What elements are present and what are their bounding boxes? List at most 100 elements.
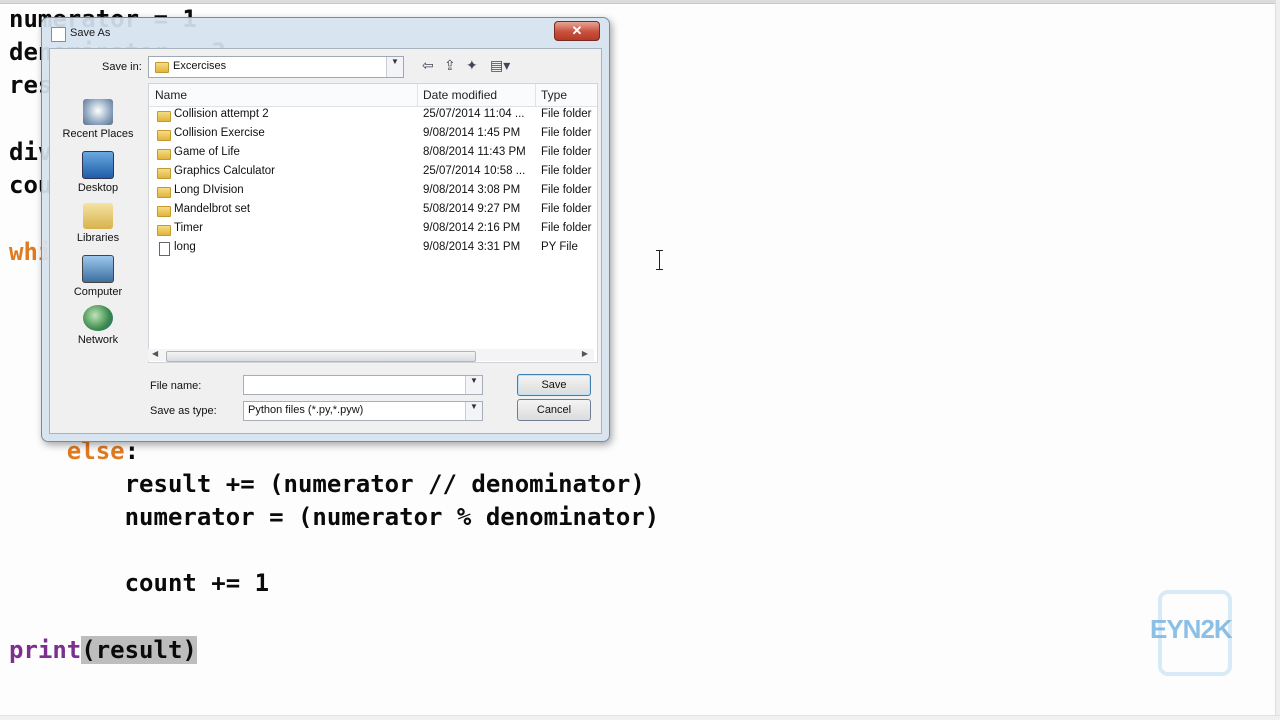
folder-icon bbox=[157, 168, 171, 179]
file-date-modified: 9/08/2014 1:45 PM bbox=[423, 127, 521, 139]
code-text: numerator = (numerator % denominator) bbox=[9, 503, 660, 531]
code-line[interactable]: count += 1 bbox=[9, 568, 270, 598]
place-computer[interactable]: Computer bbox=[50, 255, 146, 298]
watermark-logo: EYN2K bbox=[1150, 590, 1240, 676]
file-date-modified: 25/07/2014 10:58 ... bbox=[423, 165, 526, 177]
file-list-row[interactable]: Timer 9/08/2014 2:16 PM File folder bbox=[149, 220, 597, 239]
folder-icon bbox=[157, 225, 171, 236]
file-date-modified: 8/08/2014 11:43 PM bbox=[423, 146, 526, 158]
dialog-title: Save As bbox=[70, 27, 111, 39]
file-date-modified: 5/08/2014 9:27 PM bbox=[423, 203, 521, 215]
scroll-right-icon[interactable]: ▶ bbox=[582, 349, 588, 358]
cancel-button[interactable]: Cancel bbox=[517, 399, 591, 421]
file-list-row[interactable]: Game of Life 8/08/2014 11:43 PM File folde… bbox=[149, 144, 597, 163]
code-text: result += (numerator // denominator) bbox=[9, 470, 645, 498]
file-name-input[interactable]: ▼ bbox=[243, 375, 483, 395]
code-keyword: print bbox=[9, 636, 82, 664]
save-as-type-select[interactable]: Python files (*.py,*.pyw) ▼ bbox=[243, 401, 483, 421]
folder-icon bbox=[157, 206, 171, 217]
folder-icon bbox=[157, 187, 171, 198]
file-list-row[interactable]: long 9/08/2014 3:31 PM PY File bbox=[149, 239, 597, 258]
python-file-icon bbox=[159, 242, 170, 256]
place-network[interactable]: Network bbox=[50, 305, 146, 346]
code-line[interactable]: numerator = (numerator % denominator) bbox=[9, 502, 660, 532]
code-line[interactable]: print(result) bbox=[9, 635, 197, 665]
chevron-down-icon[interactable]: ▼ bbox=[386, 57, 403, 77]
new-folder-icon[interactable]: ✦ bbox=[466, 57, 478, 73]
place-label: Network bbox=[77, 334, 119, 346]
place-recent-places[interactable]: Recent Places bbox=[50, 99, 146, 140]
scroll-left-icon[interactable]: ◀ bbox=[152, 349, 158, 358]
file-type: File folder bbox=[541, 184, 592, 196]
file-type: File folder bbox=[541, 203, 592, 215]
text-cursor-icon bbox=[655, 250, 664, 270]
file-name: Mandelbrot set bbox=[174, 203, 251, 215]
file-type: File folder bbox=[541, 127, 592, 139]
file-name-label: File name: bbox=[150, 380, 202, 392]
file-name: Graphics Calculator bbox=[174, 165, 275, 177]
close-button[interactable]: ✕ bbox=[554, 21, 600, 41]
place-label: Computer bbox=[73, 286, 123, 298]
folder-icon bbox=[157, 149, 171, 160]
file-list-row[interactable]: Graphics Calculator 25/07/2014 10:58 ... F… bbox=[149, 163, 597, 182]
computer-icon bbox=[82, 255, 114, 283]
column-header-type[interactable]: Type bbox=[541, 88, 567, 102]
file-name: Long DIvision bbox=[174, 184, 244, 196]
window-bottom-border bbox=[0, 715, 1280, 720]
file-list-row[interactable]: Long DIvision 9/08/2014 3:08 PM File folde… bbox=[149, 182, 597, 201]
file-date-modified: 9/08/2014 3:08 PM bbox=[423, 184, 521, 196]
place-label: Libraries bbox=[76, 232, 120, 244]
code-text: (result) bbox=[81, 636, 197, 664]
scroll-thumb[interactable] bbox=[166, 351, 476, 362]
file-list[interactable]: Name Date modified Type Collision attemp… bbox=[148, 83, 598, 363]
save-in-combo[interactable]: Excercises ▼ bbox=[148, 56, 404, 78]
back-arrow-icon[interactable]: ⇦ bbox=[422, 57, 434, 73]
file-name: Game of Life bbox=[174, 146, 240, 158]
file-list-row[interactable]: Mandelbrot set 5/08/2014 9:27 PM File fold… bbox=[149, 201, 597, 220]
folder-icon bbox=[155, 62, 169, 73]
file-type: PY File bbox=[541, 241, 578, 253]
editor-scrollbar[interactable] bbox=[1275, 0, 1280, 720]
file-name: Collision attempt 2 bbox=[174, 108, 269, 120]
chevron-down-icon[interactable]: ▼ bbox=[465, 376, 482, 394]
view-menu-icon[interactable]: ▤▾ bbox=[490, 57, 510, 73]
file-list-header: Name Date modified Type bbox=[149, 84, 597, 107]
horizontal-scrollbar[interactable]: ◀ ▶ bbox=[148, 349, 594, 362]
recent-places-icon bbox=[83, 99, 113, 125]
file-date-modified: 25/07/2014 11:04 ... bbox=[423, 108, 525, 120]
file-date-modified: 9/08/2014 3:31 PM bbox=[423, 241, 521, 253]
desktop-icon bbox=[82, 151, 114, 179]
libraries-icon bbox=[83, 203, 113, 229]
folder-icon bbox=[157, 130, 171, 141]
place-libraries[interactable]: Libraries bbox=[50, 203, 146, 244]
dialog-icon bbox=[51, 27, 66, 42]
file-list-row[interactable]: Collision Exercise 9/08/2014 1:45 PM File … bbox=[149, 125, 597, 144]
place-label: Desktop bbox=[77, 182, 119, 194]
save-in-value: Excercises bbox=[173, 60, 227, 72]
folder-icon bbox=[157, 111, 171, 122]
file-type: File folder bbox=[541, 108, 592, 120]
file-name: Timer bbox=[174, 222, 203, 234]
save-in-label: Save in: bbox=[102, 61, 142, 73]
file-list-row[interactable]: Collision attempt 2 25/07/2014 11:04 ... F… bbox=[149, 106, 597, 125]
save-as-dialog: Save As ✕ Save in: Excercises ▼ ⇦ ⇪ ✦ ▤▾… bbox=[41, 17, 610, 442]
code-line[interactable]: result += (numerator // denominator) bbox=[9, 469, 645, 499]
column-header-name[interactable]: Name bbox=[155, 88, 187, 102]
place-desktop[interactable]: Desktop bbox=[50, 151, 146, 194]
file-name: Collision Exercise bbox=[174, 127, 265, 139]
file-type: File folder bbox=[541, 146, 592, 158]
file-type: File folder bbox=[541, 165, 592, 177]
save-as-type-label: Save as type: bbox=[150, 405, 217, 417]
file-date-modified: 9/08/2014 2:16 PM bbox=[423, 222, 521, 234]
column-header-date-modified[interactable]: Date modified bbox=[423, 88, 497, 102]
place-label: Recent Places bbox=[62, 128, 134, 140]
up-folder-icon[interactable]: ⇪ bbox=[444, 57, 456, 73]
file-type: File folder bbox=[541, 222, 592, 234]
save-button[interactable]: Save bbox=[517, 374, 591, 396]
file-name: long bbox=[174, 241, 196, 253]
dialog-client: Save in: Excercises ▼ ⇦ ⇪ ✦ ▤▾ Recent Pl… bbox=[49, 48, 602, 434]
places-bar: Recent Places Desktop Libraries Computer… bbox=[50, 79, 146, 361]
watermark-text: EYN2K bbox=[1150, 614, 1233, 644]
chevron-down-icon[interactable]: ▼ bbox=[465, 402, 482, 420]
code-text: count += 1 bbox=[9, 569, 270, 597]
